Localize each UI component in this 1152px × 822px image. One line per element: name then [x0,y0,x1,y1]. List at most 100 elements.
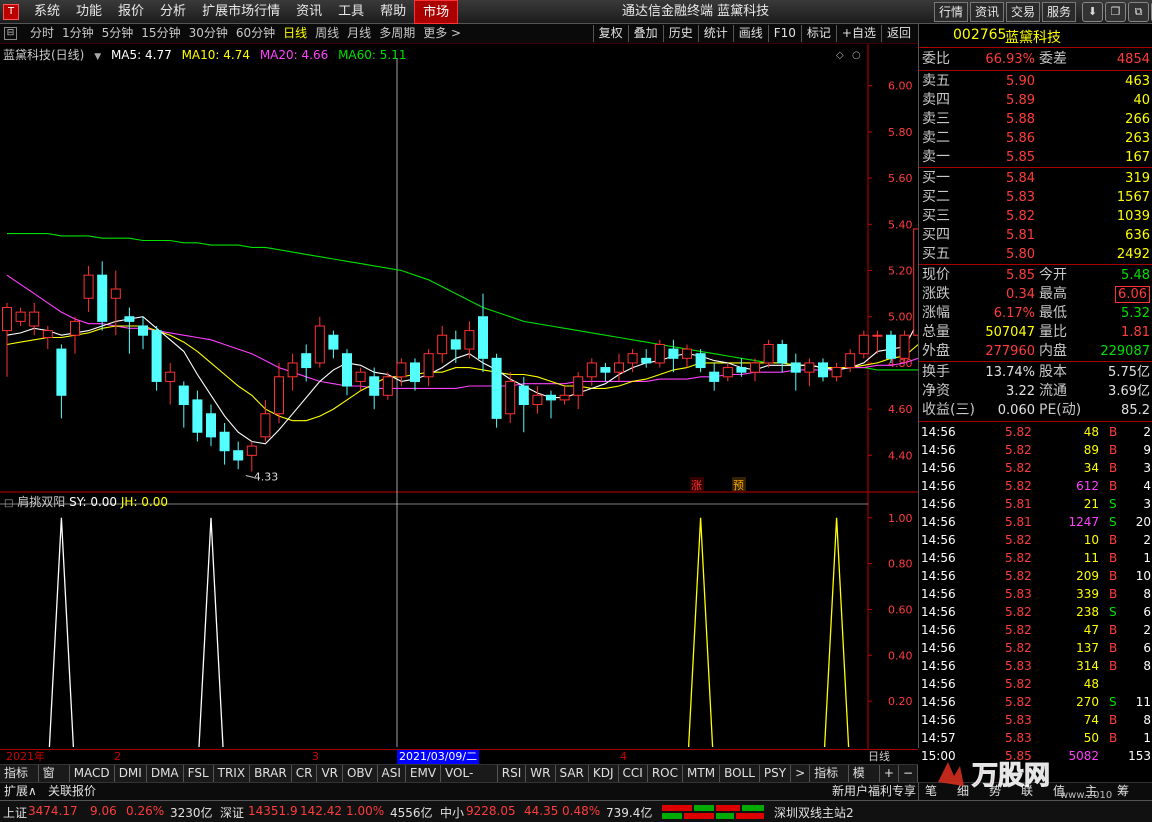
legend-dropdown-icon[interactable]: ▼ [94,52,101,62]
tool-button-1[interactable]: 叠加 [627,25,663,42]
candle[interactable] [70,316,80,354]
candle[interactable] [83,265,94,313]
period-7[interactable]: 周线 [311,24,343,43]
indicator-tab-2[interactable]: MACD [70,765,115,782]
tool-button-8[interactable]: 返回 [880,25,916,42]
detail-tool-3[interactable]: 联 [1021,783,1033,800]
candle[interactable] [750,358,760,382]
candle[interactable] [56,344,67,419]
candle[interactable] [464,321,475,359]
buy-level-4[interactable]: 买五 5.80 2492 [919,245,1152,264]
candle[interactable] [818,358,828,382]
candle[interactable] [654,339,665,368]
candle[interactable] [233,441,244,470]
period-1[interactable]: 1分钟 [58,24,98,43]
candle[interactable] [410,358,420,391]
candle[interactable] [178,381,189,428]
indicator-tab-23[interactable]: > [791,765,811,782]
candle[interactable] [151,325,162,391]
detail-tool-6[interactable]: 筹 [1117,783,1129,800]
candle[interactable] [886,330,896,363]
candle[interactable] [192,390,203,442]
sell-level-0[interactable]: 卖五 5.90 463 [919,72,1152,91]
indicator-tab-20[interactable]: MTM [683,765,721,782]
kline-chart[interactable]: 4.404.604.805.005.205.405.605.806.00◇○6.… [0,44,918,749]
indicator-tab-5[interactable]: FSL [184,765,214,782]
period-0[interactable]: 分时 [26,24,58,43]
indicator-tab-21[interactable]: BOLL [720,765,760,782]
detail-tool-0[interactable]: 笔 [925,783,937,800]
candle[interactable] [124,307,135,354]
candle[interactable] [2,302,12,377]
minimize-icon[interactable]: ⬇ [1082,2,1103,22]
indicator-tab-4[interactable]: DMA [147,765,184,782]
indicator-tab-16[interactable]: SAR [556,765,589,782]
indicator-tab-25[interactable]: 模板 [849,765,880,797]
candle[interactable] [382,372,393,400]
kline-chart-area[interactable]: 4.404.604.805.005.205.405.605.806.00◇○6.… [0,44,918,749]
candle[interactable] [858,330,869,359]
candle[interactable] [29,302,40,336]
candle[interactable] [559,386,570,405]
candle[interactable] [287,353,298,391]
indicator-tab-6[interactable]: TRIX [214,765,251,782]
restore-icon[interactable]: ❐ [1105,2,1126,22]
period-2[interactable]: 5分钟 [98,24,138,43]
candle[interactable] [682,344,692,368]
tool-button-3[interactable]: 统计 [697,25,733,42]
menu-item-4[interactable]: 扩展市场行情 [194,0,288,24]
candle[interactable] [546,390,556,419]
detail-tool-2[interactable]: 势 [989,783,1001,800]
candle[interactable] [328,330,339,359]
menu-item-5[interactable]: 资讯 [288,0,330,24]
candle[interactable] [206,404,216,447]
top-button-2[interactable]: 交易 [1006,2,1041,22]
period-9[interactable]: 多周期 [375,24,419,43]
indicator-tab-3[interactable]: DMI [115,765,147,782]
candle[interactable] [491,353,502,428]
indicator-tab-14[interactable]: RSI [498,765,527,782]
candle[interactable] [15,307,26,326]
period-3[interactable]: 15分钟 [137,24,184,43]
menu-item-0[interactable]: 系统 [26,0,68,24]
candle[interactable] [831,362,842,382]
period-8[interactable]: 月线 [343,24,375,43]
menu-item-6[interactable]: 工具 [330,0,372,24]
candle[interactable] [790,353,801,391]
candle[interactable] [369,367,380,410]
server-name[interactable]: 深圳双线主站2 [774,804,854,821]
candle[interactable] [274,362,284,424]
indicator-tab-15[interactable]: WR [526,765,556,782]
candle[interactable] [695,349,706,373]
candle[interactable] [437,325,448,363]
sell-level-2[interactable]: 卖三 5.88 266 [919,110,1152,129]
indicator-tab-10[interactable]: OBV [343,765,378,782]
promo-link[interactable]: 新用户福利专享 [832,783,916,800]
indicator-tab-24[interactable]: 指标B [810,765,849,797]
period-5[interactable]: 60分钟 [232,24,279,43]
menu-item-3[interactable]: 分析 [152,0,194,24]
menu-item-1[interactable]: 功能 [68,0,110,24]
candle[interactable] [777,339,788,373]
candle[interactable] [97,261,108,331]
indicator-tab-7[interactable]: BRAR [250,765,292,782]
sell-level-3[interactable]: 卖二 5.86 263 [919,129,1152,148]
tool-button-6[interactable]: 标记 [800,25,836,42]
candle[interactable] [450,330,461,363]
indicator-tab-11[interactable]: ASI [378,765,406,782]
candle[interactable] [219,423,230,465]
candle[interactable] [246,441,257,472]
candle[interactable] [42,325,53,350]
candle[interactable] [845,349,856,373]
menu-item-2[interactable]: 报价 [110,0,152,24]
candle[interactable] [532,386,543,414]
top-button-0[interactable]: 行情 [934,2,969,22]
indicator-tab-27[interactable]: − [899,765,918,782]
period-6[interactable]: 日线 [279,24,311,43]
top-button-3[interactable]: 服务 [1042,2,1077,22]
indicator-tab-9[interactable]: VR [317,765,343,782]
buy-level-0[interactable]: 买一 5.84 319 [919,169,1152,188]
candle[interactable] [763,339,774,368]
indicator-tab-19[interactable]: ROC [648,765,684,782]
indicator-settings-icon[interactable]: □ [4,498,13,509]
